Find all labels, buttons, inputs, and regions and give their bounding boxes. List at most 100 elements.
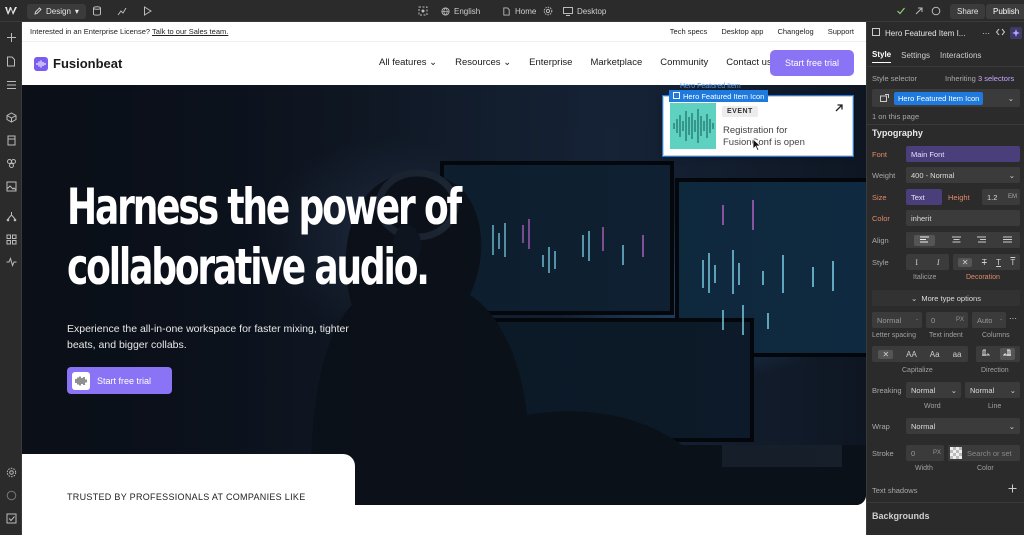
overline-icon[interactable]: T — [1010, 258, 1015, 267]
focus-icon[interactable] — [418, 0, 428, 22]
align-center-icon[interactable] — [951, 236, 961, 245]
line-height-unit[interactable]: EM — [1008, 194, 1017, 200]
more-icon[interactable]: ⋯ — [1009, 314, 1017, 323]
navigator-icon[interactable] — [4, 78, 18, 92]
webflow-logo-icon[interactable] — [5, 0, 17, 22]
analytics-icon[interactable] — [117, 0, 127, 22]
design-canvas[interactable]: Interested in an Enterprise License? Tal… — [22, 22, 866, 535]
selection-label[interactable]: Hero Featured Item Icon — [669, 90, 769, 102]
text-indent-unit[interactable]: PX — [956, 317, 964, 323]
featured-text: Registration for FusionConf is open — [723, 125, 805, 148]
help-icon[interactable] — [4, 488, 18, 502]
strikethrough-icon[interactable]: T — [982, 258, 987, 267]
code-icon[interactable] — [995, 28, 1006, 38]
wrap-select[interactable]: Normal ⌄ — [906, 418, 1020, 434]
comments-icon[interactable] — [931, 0, 941, 22]
locale-selector[interactable]: English — [441, 0, 480, 22]
line-height-input[interactable]: 1.2 EM — [982, 189, 1020, 205]
device-selector[interactable]: Desktop — [563, 0, 606, 22]
text-indent-input[interactable]: 0 PX — [926, 312, 968, 328]
page-selector[interactable]: Home — [502, 0, 536, 22]
stroke-color-input[interactable]: Search or set — [948, 445, 1020, 461]
italic-icon[interactable]: I — [937, 258, 940, 267]
apps-icon[interactable] — [4, 232, 18, 246]
backgrounds-title[interactable]: Backgrounds — [872, 511, 930, 521]
inheriting-info[interactable]: Inheriting 3 selectors — [945, 74, 1014, 83]
ai-assistant-icon[interactable] — [1010, 27, 1022, 39]
arrow-up-right-icon[interactable] — [834, 103, 844, 116]
share-button[interactable]: Share — [950, 3, 986, 19]
roman-icon[interactable]: I — [915, 258, 918, 267]
cms-icon[interactable] — [92, 0, 102, 22]
logic-icon[interactable] — [4, 209, 18, 223]
nav-contact-us[interactable]: Contact us — [726, 57, 771, 68]
add-icon[interactable] — [4, 30, 18, 44]
uppercase-option[interactable]: AA — [906, 350, 917, 359]
nav-resources[interactable]: Resources ⌄ — [455, 57, 511, 68]
audit-pulse-icon[interactable] — [4, 255, 18, 269]
stroke-width-unit[interactable]: PX — [933, 450, 941, 456]
check-icon[interactable] — [896, 0, 906, 22]
nav-enterprise[interactable]: Enterprise — [529, 57, 572, 68]
settings-gear-icon[interactable] — [4, 465, 18, 479]
line-break-select[interactable]: Normal ⌄ — [965, 382, 1020, 398]
tab-interactions[interactable]: Interactions — [940, 51, 981, 63]
align-justify-icon[interactable] — [1002, 236, 1012, 245]
chevron-down-icon[interactable]: ⌄ — [1008, 94, 1014, 103]
nav-marketplace[interactable]: Marketplace — [590, 57, 642, 68]
sales-team-link[interactable]: Talk to our Sales team. — [152, 27, 228, 36]
share-link-icon[interactable] — [914, 0, 924, 22]
announcement-bar: Interested in an Enterprise License? Tal… — [22, 22, 866, 42]
typography-title[interactable]: Typography — [872, 128, 923, 138]
hero-start-trial-button[interactable]: Start free trial — [67, 367, 172, 394]
underline-icon[interactable]: T — [996, 258, 1001, 267]
weight-select[interactable]: 400 - Normal ⌄ — [906, 167, 1020, 183]
line-height-value: 1.2 — [987, 192, 998, 202]
align-left-icon[interactable] — [914, 234, 936, 246]
design-mode-button[interactable]: Design ▾ — [27, 3, 86, 19]
ltr-icon[interactable] — [981, 349, 991, 359]
more-type-options-button[interactable]: ⌄ More type options — [872, 290, 1020, 306]
wrap-label: Wrap — [872, 422, 890, 431]
font-select[interactable]: Main Font — [906, 146, 1020, 162]
selector-mode-icon[interactable] — [874, 91, 894, 105]
desktop-app-link[interactable]: Desktop app — [721, 27, 763, 36]
color-input[interactable]: inherit — [906, 210, 1020, 226]
rtl-icon[interactable] — [1000, 348, 1015, 360]
selector-field[interactable]: Hero Featured Item Icon ⌄ — [872, 89, 1020, 107]
checklist-icon[interactable] — [4, 511, 18, 525]
word-break-select[interactable]: Normal ⌄ — [906, 382, 961, 398]
nav-all-features[interactable]: All features ⌄ — [379, 57, 437, 68]
publish-button[interactable]: Publish — [986, 3, 1024, 19]
tab-settings[interactable]: Settings — [901, 51, 930, 63]
selector-chip[interactable]: Hero Featured Item Icon — [894, 91, 984, 105]
letter-spacing-input[interactable]: Normal - — [872, 312, 922, 328]
columns-input[interactable]: Auto - — [972, 312, 1006, 328]
pages-icon[interactable] — [4, 54, 18, 68]
nav-community[interactable]: Community — [660, 57, 708, 68]
variables-icon[interactable] — [4, 133, 18, 147]
nav-start-trial-button[interactable]: Start free trial — [770, 50, 854, 76]
add-text-shadow-icon[interactable] — [1008, 484, 1017, 495]
capitalize-option[interactable]: Aa — [930, 350, 940, 359]
support-link[interactable]: Support — [828, 27, 854, 36]
components-icon[interactable] — [4, 110, 18, 124]
no-capitalize-icon[interactable]: ✕ — [878, 349, 894, 359]
brand-logo[interactable]: Fusionbeat — [34, 56, 122, 71]
word-break-value: Normal — [911, 385, 936, 395]
tech-specs-link[interactable]: Tech specs — [670, 27, 708, 36]
page-settings-gear-icon[interactable] — [543, 0, 553, 22]
lowercase-option[interactable]: aa — [953, 350, 962, 359]
styles-icon[interactable] — [4, 156, 18, 170]
no-decoration-icon[interactable]: ✕ — [957, 257, 973, 267]
changelog-link[interactable]: Changelog — [777, 27, 813, 36]
assets-icon[interactable] — [4, 179, 18, 193]
size-input[interactable]: Text — [906, 189, 942, 205]
decoration-segment: ✕ T T T — [953, 254, 1020, 270]
align-right-icon[interactable] — [977, 236, 987, 245]
tab-style[interactable]: Style — [872, 50, 892, 63]
more-icon[interactable]: ⋯ — [982, 29, 990, 38]
play-icon[interactable] — [143, 0, 152, 22]
stroke-width-input[interactable]: 0 PX — [906, 445, 944, 461]
chevron-down-icon: ⌄ — [503, 57, 512, 68]
